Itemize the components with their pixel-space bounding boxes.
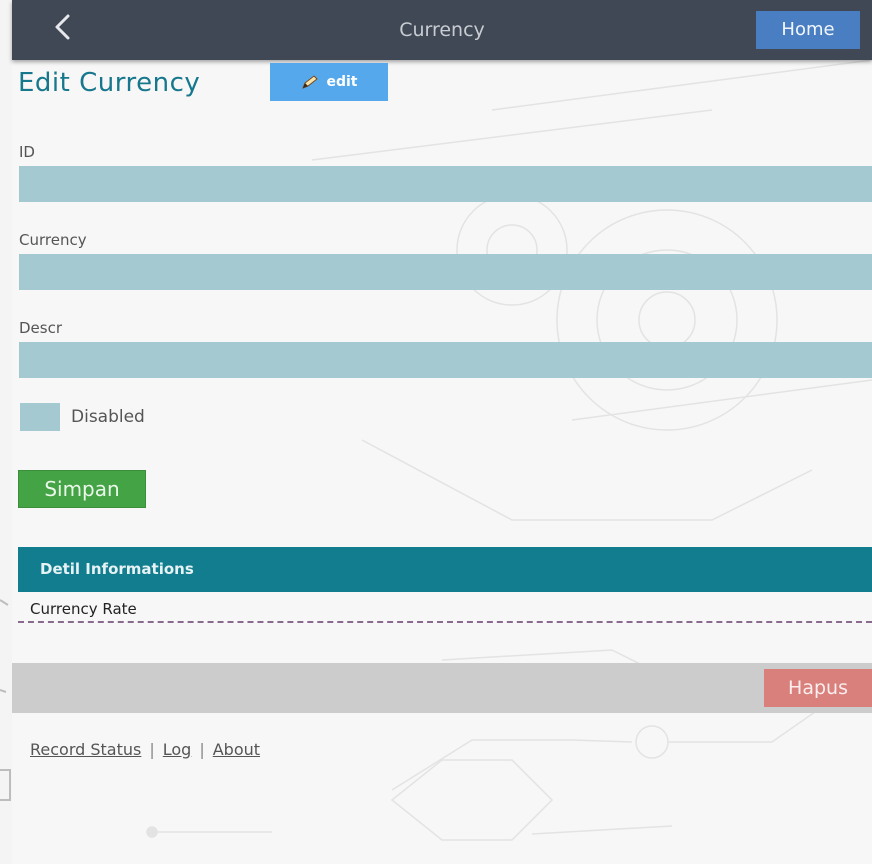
delete-button[interactable]: Hapus: [764, 669, 872, 707]
id-input[interactable]: [19, 166, 872, 202]
save-button[interactable]: Simpan: [18, 470, 146, 508]
descr-field-label: Descr: [19, 319, 63, 337]
home-button[interactable]: Home: [756, 11, 860, 49]
log-link[interactable]: Log: [163, 740, 192, 759]
footer-separator: |: [149, 740, 155, 759]
disabled-checkbox-label: Disabled: [71, 407, 145, 427]
record-status-link[interactable]: Record Status: [30, 740, 141, 759]
currency-input[interactable]: [19, 254, 872, 290]
disabled-checkbox[interactable]: [20, 403, 60, 431]
detail-section-title: Detil Informations: [40, 560, 194, 578]
edit-mode-button[interactable]: edit: [270, 63, 388, 101]
detail-divider: [18, 621, 872, 623]
detail-item-currency-rate[interactable]: Currency Rate: [30, 600, 137, 618]
app-screen: Currency Home Edit Currency edit ID Curr…: [12, 0, 872, 864]
header-title: Currency: [399, 19, 485, 41]
id-field-label: ID: [19, 143, 35, 161]
page-title: Edit Currency: [18, 68, 201, 98]
edit-badge-label: edit: [326, 74, 358, 90]
pencil-icon: [302, 75, 319, 89]
footer-separator: |: [199, 740, 205, 759]
currency-field-label: Currency: [19, 231, 87, 249]
footer-links: Record Status | Log | About: [30, 740, 260, 759]
background-pattern: [146, 59, 872, 841]
back-button[interactable]: [48, 10, 78, 48]
chevron-left-icon: [55, 14, 70, 40]
about-link[interactable]: About: [213, 740, 260, 759]
top-navigation-bar: Currency Home: [12, 0, 872, 60]
action-bar: Hapus: [12, 663, 872, 713]
descr-input[interactable]: [19, 342, 872, 378]
detail-section-header: Detil Informations: [18, 547, 872, 592]
